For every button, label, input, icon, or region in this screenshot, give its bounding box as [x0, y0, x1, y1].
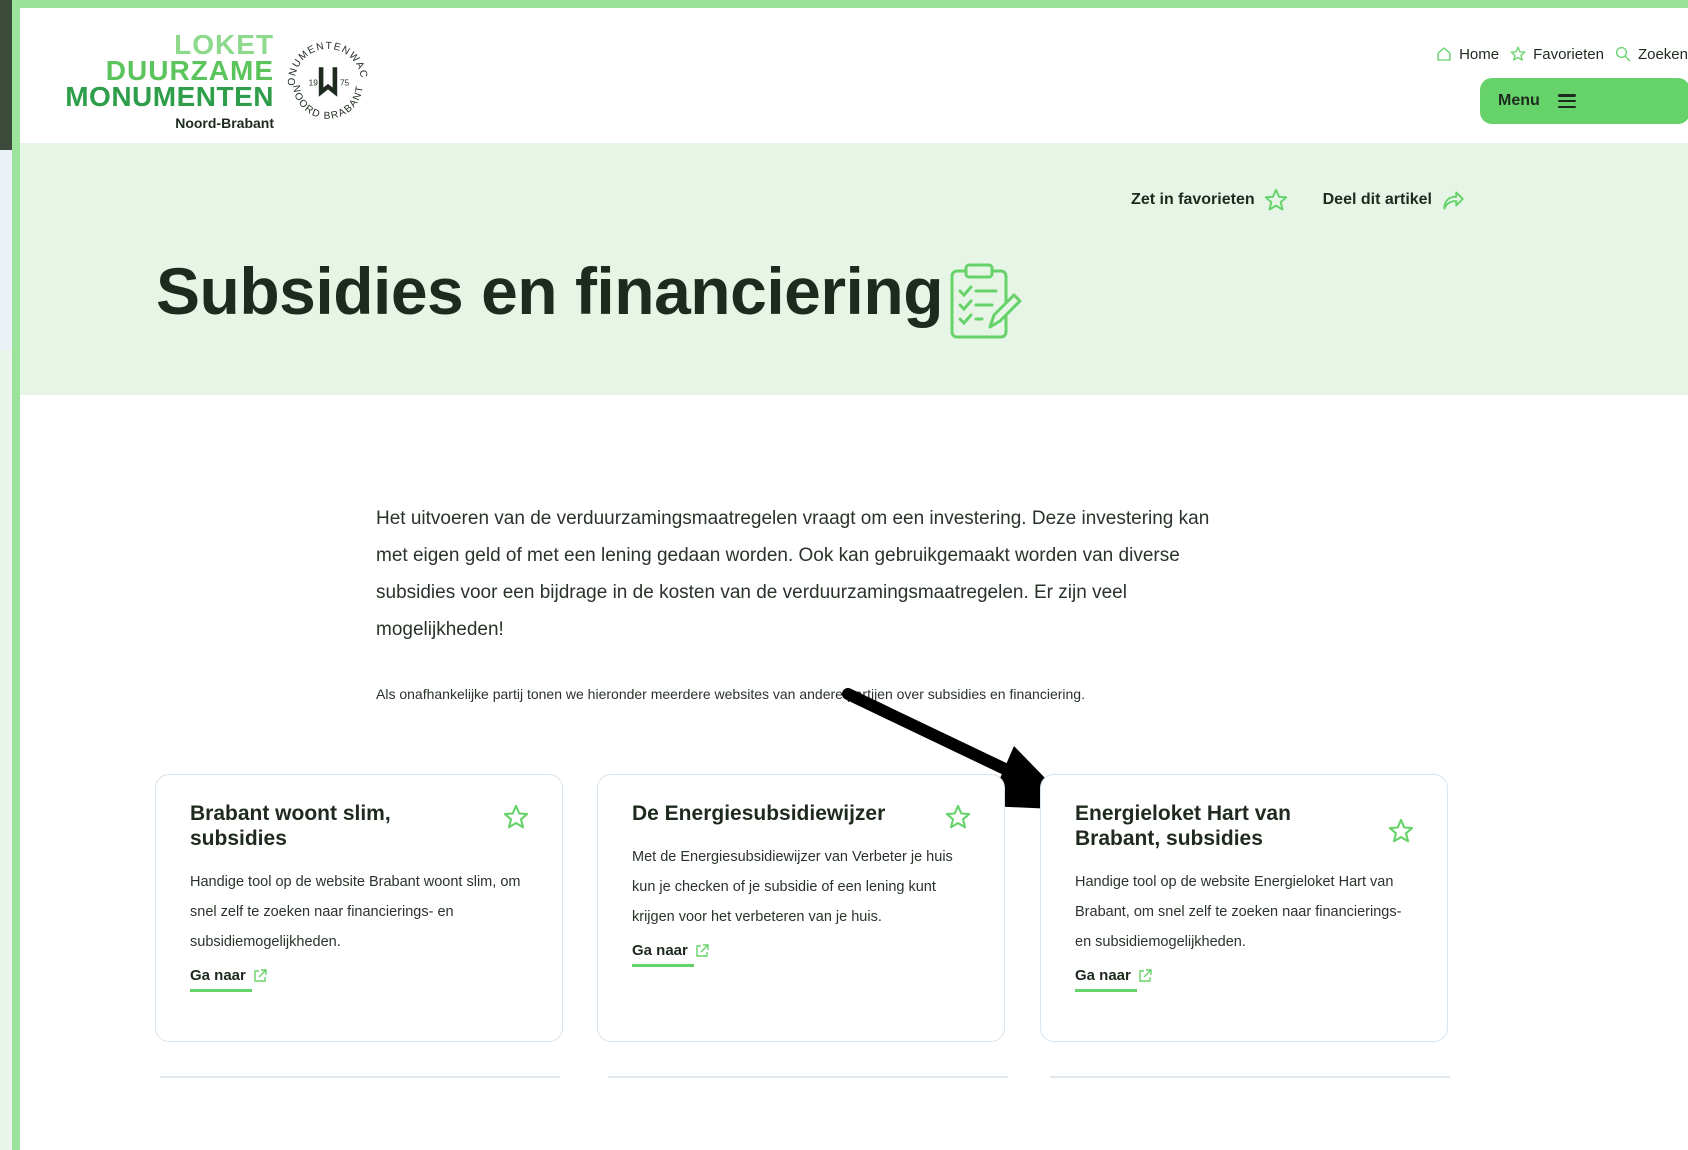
card-link-label: Ga naar — [632, 942, 688, 959]
menu-button[interactable]: Menu — [1480, 78, 1688, 124]
favorite-star-icon[interactable] — [1387, 817, 1415, 845]
external-link-icon — [254, 968, 267, 982]
nav-home[interactable]: Home — [1435, 45, 1499, 63]
background-window-b — [0, 150, 12, 350]
external-link-icon — [696, 943, 709, 957]
hero-banner: Zet in favorieten Deel dit artikel Subsi… — [20, 143, 1688, 395]
nav-home-label: Home — [1459, 45, 1500, 63]
subsidy-card[interactable]: Brabant woont slim, subsidies Handige to… — [155, 774, 563, 1042]
svg-text:NOORD BRABANT: NOORD BRABANT — [290, 84, 366, 122]
background-window-strip — [0, 0, 12, 1150]
site-logo[interactable]: LOKET DUURZAME MONUMENTEN Noord-Brabant … — [42, 31, 372, 142]
next-card-edge — [160, 1076, 560, 1078]
seal-year-right: 75 — [340, 79, 350, 88]
favorite-star-icon[interactable] — [944, 803, 972, 831]
card-description: Met de Energiesubsidiewijzer van Verbete… — [632, 849, 953, 925]
article-actions: Zet in favorieten Deel dit artikel — [1131, 187, 1466, 213]
card-title: Energieloket Hart van Brabant, subsidies — [1075, 802, 1291, 850]
nav-favorites[interactable]: Favorieten — [1509, 45, 1604, 63]
card-link-label: Ga naar — [190, 967, 246, 984]
add-to-favorites-button[interactable]: Zet in favorieten — [1131, 187, 1289, 213]
card-description: Handige tool op de website Brabant woont… — [190, 874, 521, 950]
page-title: Subsidies en financiering — [156, 254, 944, 328]
search-icon — [1615, 46, 1631, 62]
favorite-star-icon[interactable] — [502, 803, 530, 831]
top-navigation: Home Favorieten Zoeken — [1435, 42, 1688, 66]
subsidy-card[interactable]: Energieloket Hart van Brabant, subsidies… — [1040, 774, 1448, 1042]
star-icon — [1264, 188, 1287, 211]
background-window-a — [0, 0, 12, 150]
card-link[interactable]: Ga naar — [632, 942, 710, 967]
share-article-button[interactable]: Deel dit artikel — [1323, 187, 1466, 213]
card-link[interactable]: Ga naar — [190, 967, 268, 992]
logo-line-3: MONUMENTEN — [65, 81, 274, 112]
window-frame-top — [140, 0, 1688, 8]
intro-paragraph: Het uitvoeren van de verduurzamingsmaatr… — [376, 508, 1210, 640]
hamburger-icon — [1557, 94, 1576, 108]
seal-year-left: 19 — [309, 79, 319, 88]
disclaimer-note: Als onafhankelijke partij tonen we hiero… — [376, 686, 1085, 702]
next-card-edge — [1050, 1076, 1450, 1078]
star-icon — [1510, 46, 1526, 61]
browser-page: LOKET DUURZAME MONUMENTEN Noord-Brabant … — [12, 0, 1688, 1150]
logo-wordmark: LOKET DUURZAME MONUMENTEN Noord-Brabant — [42, 31, 274, 132]
card-title: Brabant woont slim, subsidies — [190, 802, 391, 850]
home-icon — [1437, 47, 1451, 61]
nav-favorites-label: Favorieten — [1533, 45, 1604, 63]
logo-line-4: Noord-Brabant — [175, 115, 274, 131]
monumentenwacht-seal-icon: MONUMENTENWACHT NOORD BRABANT 19 75 — [282, 36, 369, 122]
next-card-edge — [608, 1076, 1008, 1078]
menu-label: Menu — [1498, 92, 1540, 109]
background-window-c — [0, 350, 12, 1150]
share-arrow-icon — [1443, 191, 1464, 210]
add-to-favorites-label: Zet in favorieten — [1131, 191, 1255, 208]
nav-search[interactable]: Zoeken — [1614, 45, 1688, 63]
clipboard-checklist-icon — [950, 263, 1022, 339]
card-link-label: Ga naar — [1075, 967, 1131, 984]
seal-top-text: MONUMENTENWACHT — [282, 36, 368, 86]
site-header: LOKET DUURZAME MONUMENTEN Noord-Brabant … — [20, 8, 1688, 143]
share-article-label: Deel dit artikel — [1322, 191, 1432, 208]
svg-text:MONUMENTENWACHT: MONUMENTENWACHT — [282, 36, 369, 86]
card-description: Handige tool op de website Energieloket … — [1075, 874, 1402, 950]
external-link-icon — [1139, 968, 1152, 982]
card-link[interactable]: Ga naar — [1075, 967, 1153, 992]
seal-bottom-text: NOORD BRABANT — [290, 84, 365, 122]
card-title: De Energiesubsidiewijzer — [632, 802, 886, 825]
nav-search-label: Zoeken — [1637, 45, 1688, 63]
subsidy-card[interactable]: De Energiesubsidiewijzer Met de Energies… — [597, 774, 1005, 1042]
